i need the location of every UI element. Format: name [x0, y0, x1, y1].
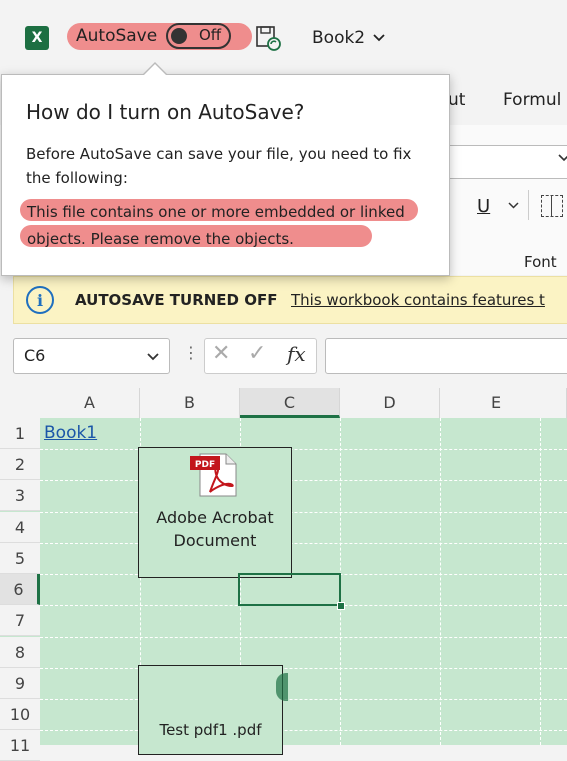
cell-a1-hyperlink[interactable]: Book1	[44, 423, 97, 443]
gridline	[40, 449, 567, 450]
name-box-value: C6	[24, 346, 46, 365]
row-header-5[interactable]: 5	[0, 543, 40, 574]
borders-icon[interactable]	[541, 195, 563, 217]
row-header-1[interactable]: 1	[0, 418, 40, 449]
chevron-down-icon[interactable]	[146, 350, 160, 364]
fill-handle[interactable]	[337, 602, 345, 610]
insert-function-icon[interactable]: fx	[287, 342, 306, 366]
popup-title: How do I turn on AutoSave?	[26, 100, 305, 124]
row-header-6[interactable]: 6	[0, 574, 40, 605]
gridline	[40, 668, 567, 669]
save-sync-icon[interactable]	[255, 25, 281, 51]
formula-input[interactable]	[325, 338, 567, 374]
cancel-icon[interactable]: ✕	[212, 341, 230, 366]
object-label: Adobe Acrobat Document	[156, 508, 274, 550]
gridline	[40, 512, 567, 513]
popup-error-text: This file contains one or more embedded …	[27, 203, 405, 248]
more-options-icon[interactable]: ⋮	[183, 343, 199, 362]
toggle-knob	[171, 28, 187, 44]
object-icon-fragment	[276, 673, 288, 701]
pdf-badge: PDF	[195, 460, 215, 470]
info-bar-title: AUTOSAVE TURNED OFF	[75, 291, 278, 309]
column-header-b[interactable]: B	[140, 388, 240, 418]
row-header-3[interactable]: 3	[0, 480, 40, 511]
excel-logo-icon: X	[25, 26, 49, 50]
column-header-c[interactable]: C	[240, 388, 340, 418]
column-header-a[interactable]: A	[40, 388, 140, 418]
select-all-corner[interactable]	[0, 388, 40, 418]
gridline	[40, 480, 567, 481]
pdf-icon: PDF	[190, 453, 237, 497]
chevron-down-icon	[558, 154, 567, 162]
row-header-7[interactable]: 7	[0, 605, 40, 636]
row-header-10[interactable]: 10	[0, 699, 40, 730]
gridline	[40, 730, 567, 731]
autosave-toggle[interactable]: Off	[166, 23, 231, 49]
autosave-label: AutoSave	[76, 26, 158, 46]
popup-body: Before AutoSave can save your file, you …	[26, 145, 412, 187]
enter-icon[interactable]: ✓	[248, 341, 266, 366]
font-name-dropdown[interactable]	[445, 145, 567, 179]
underline-button[interactable]: U	[477, 196, 490, 217]
embedded-object-pdf[interactable]	[138, 665, 283, 755]
font-group-label: Font	[524, 253, 557, 271]
chevron-down-icon[interactable]	[372, 31, 386, 45]
gridline	[440, 418, 441, 745]
tab-page-layout[interactable]: ut	[448, 90, 465, 110]
name-box[interactable]: C6	[13, 338, 170, 374]
workbook-name[interactable]: Book2	[312, 28, 365, 48]
active-cell-c6[interactable]	[238, 573, 341, 606]
object-label: Test pdf1 .pdf	[159, 721, 262, 739]
chevron-down-icon[interactable]	[508, 200, 519, 211]
gridline	[540, 418, 541, 745]
divider	[528, 190, 529, 220]
column-header-e[interactable]: E	[440, 388, 567, 418]
row-header-4[interactable]: 4	[0, 512, 40, 543]
row-header-2[interactable]: 2	[0, 449, 40, 480]
column-header-d[interactable]: D	[340, 388, 440, 418]
row-header-8[interactable]: 8	[0, 637, 40, 668]
gridline	[40, 543, 567, 544]
autosave-state: Off	[199, 26, 222, 44]
gridline	[40, 699, 567, 700]
row-header-11[interactable]: 11	[0, 730, 40, 761]
row-header-9[interactable]: 9	[0, 668, 40, 699]
gridline	[40, 637, 567, 638]
info-bar-link[interactable]: This workbook contains features t	[291, 291, 567, 309]
info-icon: i	[26, 286, 54, 314]
popup-pointer-inner	[143, 64, 167, 76]
tab-formulas[interactable]: Formul	[503, 90, 561, 110]
